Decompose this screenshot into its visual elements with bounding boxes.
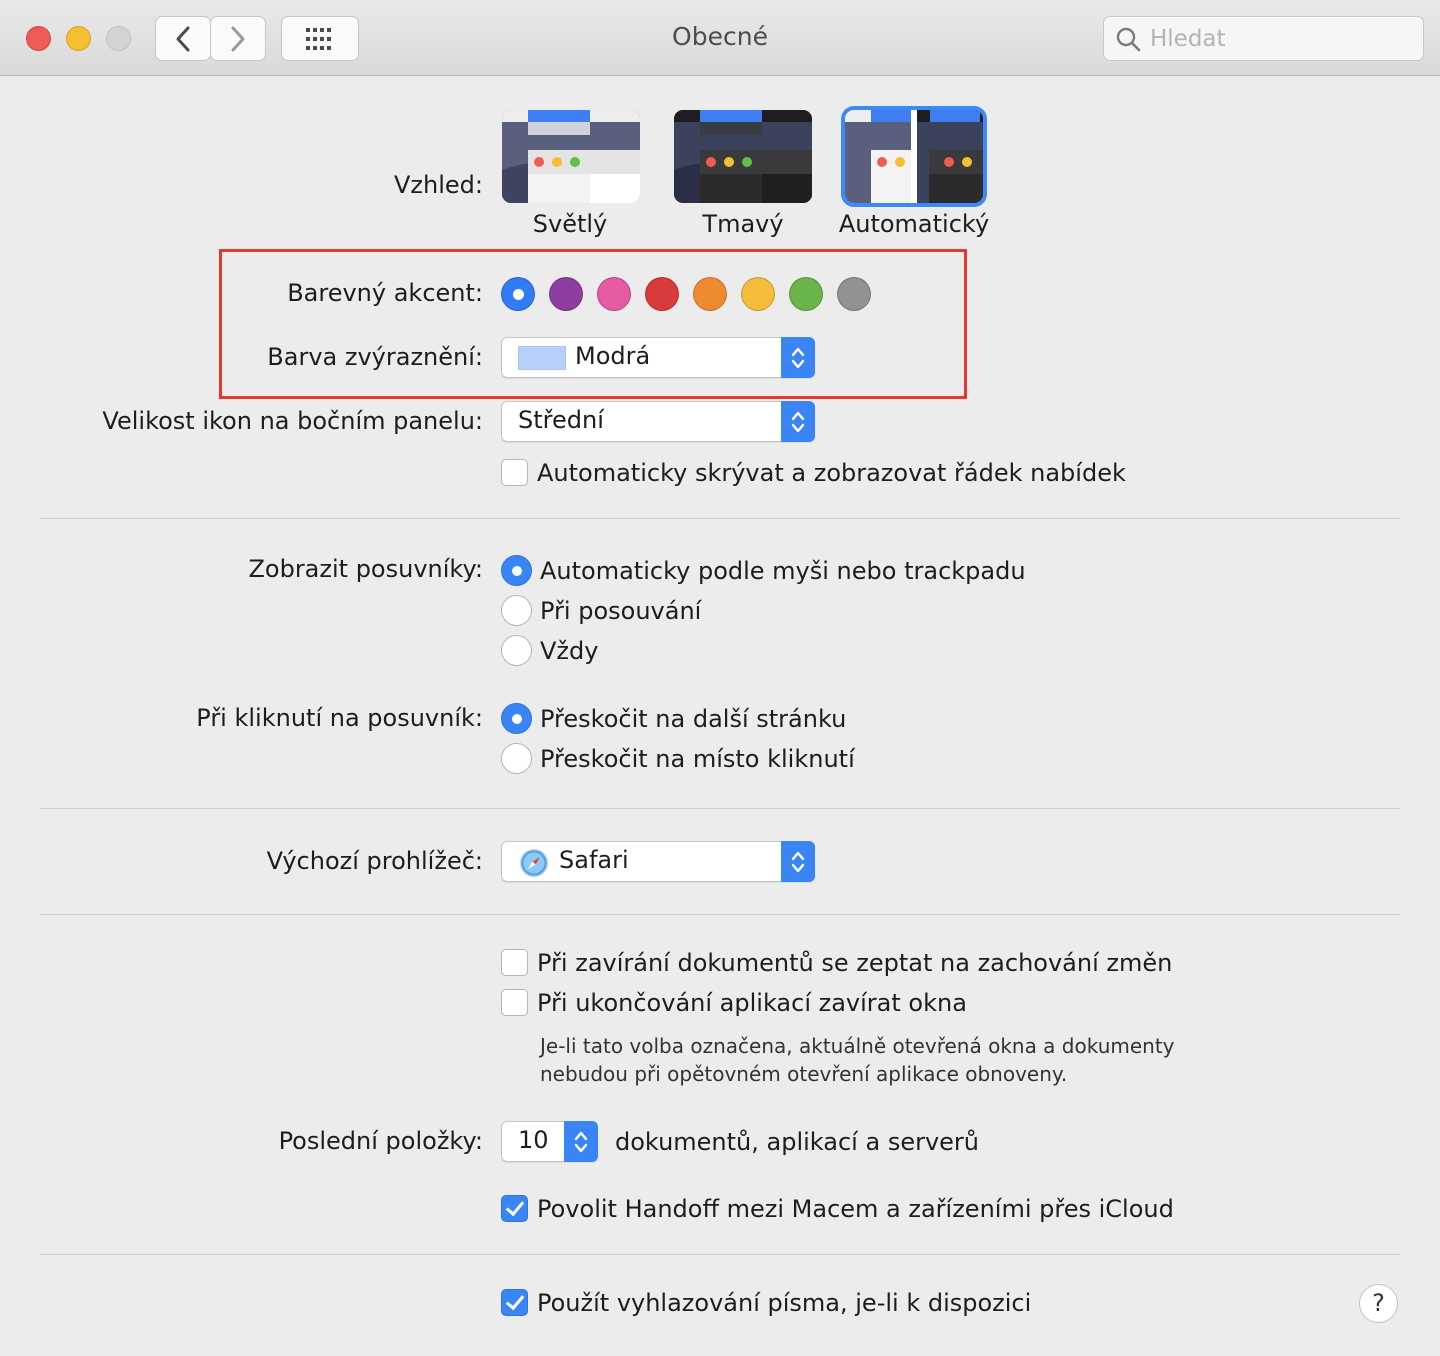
sidebar-icon-size-label: Velikost ikon na bočním panelu: xyxy=(102,407,483,435)
jump-click-spot-label: Přeskočit na místo kliknutí xyxy=(540,745,855,773)
window-title: Obecné xyxy=(672,22,768,51)
click-scrollbar-label: Při kliknutí na posuvník: xyxy=(196,704,483,732)
accent-color-red[interactable] xyxy=(645,277,679,311)
close-windows-note-line1: Je-li tato volba označena, aktuálně otev… xyxy=(540,1034,1175,1058)
appearance-dark-option[interactable] xyxy=(674,110,812,203)
popup-stepper xyxy=(781,401,815,442)
popup-stepper xyxy=(781,337,815,378)
dark-appearance-thumbnail xyxy=(674,110,812,203)
scrollbars-when-scrolling-radio[interactable] xyxy=(501,595,532,626)
default-browser-popup[interactable]: Safari xyxy=(501,841,815,882)
forward-button[interactable] xyxy=(210,16,266,61)
accent-color-purple[interactable] xyxy=(549,277,583,311)
minimize-window-button[interactable] xyxy=(66,26,91,51)
zoom-window-button[interactable] xyxy=(106,26,131,51)
up-down-chevron-icon xyxy=(791,851,805,872)
accent-color-blue[interactable] xyxy=(501,277,535,311)
default-browser-value: Safari xyxy=(559,846,629,874)
sidebar-icon-size-popup[interactable]: Střední xyxy=(501,401,815,442)
auto-hide-menubar-checkbox[interactable] xyxy=(501,459,528,486)
grid-icon xyxy=(306,27,331,50)
appearance-light-caption: Světlý xyxy=(532,210,608,238)
search-field[interactable] xyxy=(1103,16,1424,61)
font-smoothing-checkbox[interactable] xyxy=(501,1289,528,1316)
separator xyxy=(40,808,1400,809)
jump-click-spot-radio[interactable] xyxy=(501,743,532,774)
chevron-right-icon xyxy=(231,26,245,51)
scrollbars-auto-label: Automaticky podle myši nebo trackpadu xyxy=(540,557,1026,585)
separator xyxy=(40,1254,1400,1255)
recent-items-value: 10 xyxy=(518,1126,549,1154)
close-windows-note-line2: nebudou při opětovném otevření aplikace … xyxy=(540,1062,1068,1086)
sidebar-icon-size-value: Střední xyxy=(518,406,604,434)
accent-color-yellow[interactable] xyxy=(741,277,775,311)
handoff-label: Povolit Handoff mezi Macem a zařízeními … xyxy=(537,1195,1174,1223)
chevron-left-icon xyxy=(176,26,190,51)
recent-items-label: Poslední položky: xyxy=(278,1127,483,1155)
recent-items-suffix: dokumentů, aplikací a serverů xyxy=(615,1128,979,1156)
close-windows-on-quit-checkbox[interactable] xyxy=(501,989,528,1016)
appearance-light-option[interactable] xyxy=(502,110,640,203)
separator xyxy=(40,914,1400,915)
search-icon xyxy=(1116,27,1141,52)
jump-next-page-radio[interactable] xyxy=(501,703,532,734)
up-down-chevron-icon xyxy=(791,347,805,368)
auto-hide-menubar-label: Automaticky skrývat a zobrazovat řádek n… xyxy=(537,459,1126,487)
highlight-color-popup[interactable]: Modrá xyxy=(501,337,815,378)
safari-compass-icon xyxy=(519,848,549,878)
help-button[interactable]: ? xyxy=(1359,1284,1398,1323)
jump-next-page-label: Přeskočit na další stránku xyxy=(540,705,847,733)
appearance-auto-caption: Automatický xyxy=(838,210,990,238)
close-windows-on-quit-label: Při ukončování aplikací zavírat okna xyxy=(537,989,967,1017)
scrollbars-always-radio[interactable] xyxy=(501,635,532,666)
separator xyxy=(40,518,1400,519)
ask-keep-changes-checkbox[interactable] xyxy=(501,949,528,976)
search-input[interactable] xyxy=(1150,24,1410,54)
popup-stepper xyxy=(781,841,815,882)
light-appearance-thumbnail xyxy=(502,110,640,203)
appearance-auto-option[interactable] xyxy=(845,110,983,203)
accent-color-label: Barevný akcent: xyxy=(287,279,483,307)
title-bar: Obecné xyxy=(0,0,1440,76)
accent-color-pink[interactable] xyxy=(597,277,631,311)
show-all-button[interactable] xyxy=(281,16,359,61)
accent-color-orange[interactable] xyxy=(693,277,727,311)
font-smoothing-label: Použít vyhlazování písma, je-li k dispoz… xyxy=(537,1289,1032,1317)
appearance-label: Vzhled: xyxy=(394,171,483,199)
scrollbars-auto-radio[interactable] xyxy=(501,555,532,586)
highlight-color-swatch xyxy=(518,346,566,370)
ask-keep-changes-label: Při zavírání dokumentů se zeptat na zach… xyxy=(537,949,1173,977)
scrollbars-when-scrolling-label: Při posouvání xyxy=(540,597,702,625)
scrollbars-always-label: Vždy xyxy=(540,637,599,665)
popup-stepper xyxy=(564,1121,598,1162)
default-browser-label: Výchozí prohlížeč: xyxy=(266,847,483,875)
back-button[interactable] xyxy=(155,16,211,61)
handoff-checkbox[interactable] xyxy=(501,1195,528,1222)
show-scrollbars-label: Zobrazit posuvníky: xyxy=(248,555,483,583)
highlight-color-value: Modrá xyxy=(575,342,651,370)
highlight-color-label: Barva zvýraznění: xyxy=(267,343,483,371)
accent-color-graphite[interactable] xyxy=(837,277,871,311)
close-window-button[interactable] xyxy=(26,26,51,51)
appearance-dark-caption: Tmavý xyxy=(702,210,784,238)
auto-appearance-thumbnail xyxy=(845,110,983,203)
up-down-chevron-icon xyxy=(574,1131,588,1152)
recent-items-popup[interactable]: 10 xyxy=(501,1121,598,1162)
accent-color-green[interactable] xyxy=(789,277,823,311)
up-down-chevron-icon xyxy=(791,411,805,432)
